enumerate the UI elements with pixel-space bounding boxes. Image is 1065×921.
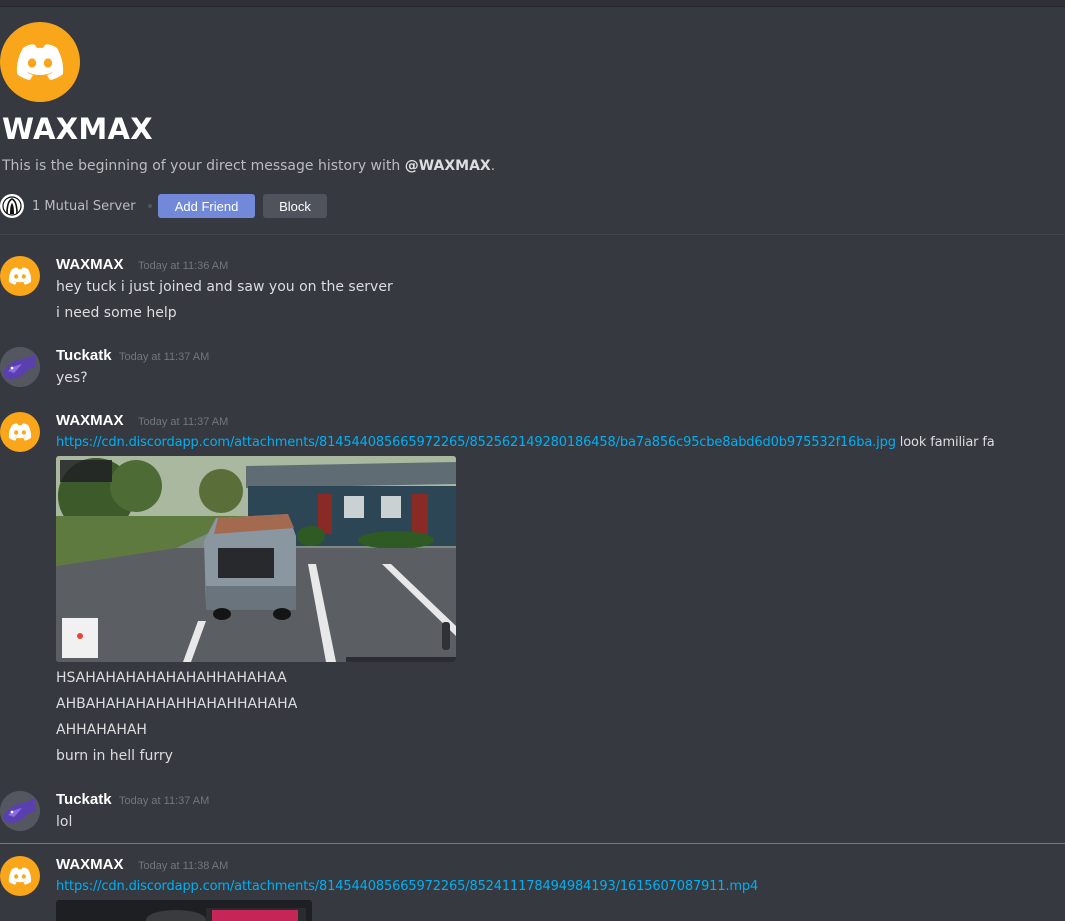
message-timestamp: Today at 11:36 AM — [138, 260, 229, 272]
dm-intro-text: This is the beginning of your direct mes… — [2, 158, 496, 174]
user-mention[interactable]: @WAXMAX — [405, 158, 491, 174]
discord-logo-icon — [16, 44, 64, 80]
message-author[interactable]: WAXMAX — [56, 256, 124, 273]
user-avatar-icon — [0, 347, 40, 387]
avatar[interactable] — [0, 791, 40, 831]
message-timestamp: Today at 11:37 AM — [119, 351, 210, 363]
message-text: hey tuck i just joined and saw you on th… — [56, 279, 393, 295]
attachment-link[interactable]: https://cdn.discordapp.com/attachments/8… — [56, 435, 896, 450]
video-thumbnail-image — [56, 900, 312, 921]
avatar[interactable] — [0, 412, 40, 452]
discord-logo-icon — [8, 867, 32, 885]
mutual-servers-label: 1 Mutual Server — [32, 198, 136, 214]
discord-logo-icon — [8, 267, 32, 285]
profile-avatar-icon — [0, 22, 80, 102]
message-timestamp: Today at 11:37 AM — [138, 416, 229, 428]
discord-logo-icon — [8, 423, 32, 441]
block-button[interactable]: Block — [263, 194, 327, 218]
message-text: https://cdn.discordapp.com/attachments/8… — [56, 435, 995, 450]
add-friend-button[interactable]: Add Friend — [158, 194, 255, 218]
server-icon — [0, 194, 24, 218]
header-divider — [0, 234, 1065, 235]
message-author[interactable]: WAXMAX — [56, 412, 124, 429]
new-messages-divider — [0, 843, 1065, 844]
mutual-servers[interactable]: 1 Mutual Server — [0, 194, 152, 218]
message-timestamp: Today at 11:38 AM — [138, 860, 229, 872]
separator-dot — [147, 204, 152, 208]
message-author[interactable]: WAXMAX — [56, 856, 124, 873]
message-author[interactable]: Tuckatk — [56, 791, 112, 808]
message-timestamp: Today at 11:37 AM — [119, 795, 210, 807]
street-view-image — [56, 456, 456, 662]
message-text: yes? — [56, 370, 88, 386]
avatar[interactable] — [0, 256, 40, 296]
message-author[interactable]: Tuckatk — [56, 347, 112, 364]
video-attachment[interactable] — [56, 900, 312, 921]
profile-name: WAXMAX — [2, 112, 153, 146]
top-bar — [0, 0, 1065, 7]
message-text: burn in hell furry — [56, 748, 173, 764]
message-text: i need some help — [56, 305, 177, 321]
message-text: lol — [56, 814, 73, 830]
avatar[interactable] — [0, 347, 40, 387]
message-text: AHBAHAHAHAHAHHAHAHHAHAHA — [56, 696, 298, 712]
message-text: AHHAHAHAH — [56, 722, 147, 738]
message-text: https://cdn.discordapp.com/attachments/8… — [56, 879, 758, 894]
avatar[interactable] — [0, 856, 40, 896]
message-text: HSAHAHAHAHAHAHAHHAHAHAA — [56, 670, 287, 686]
street-view-image-embed[interactable] — [56, 456, 456, 662]
attachment-link[interactable]: https://cdn.discordapp.com/attachments/8… — [56, 879, 758, 894]
user-avatar-icon — [0, 791, 40, 831]
